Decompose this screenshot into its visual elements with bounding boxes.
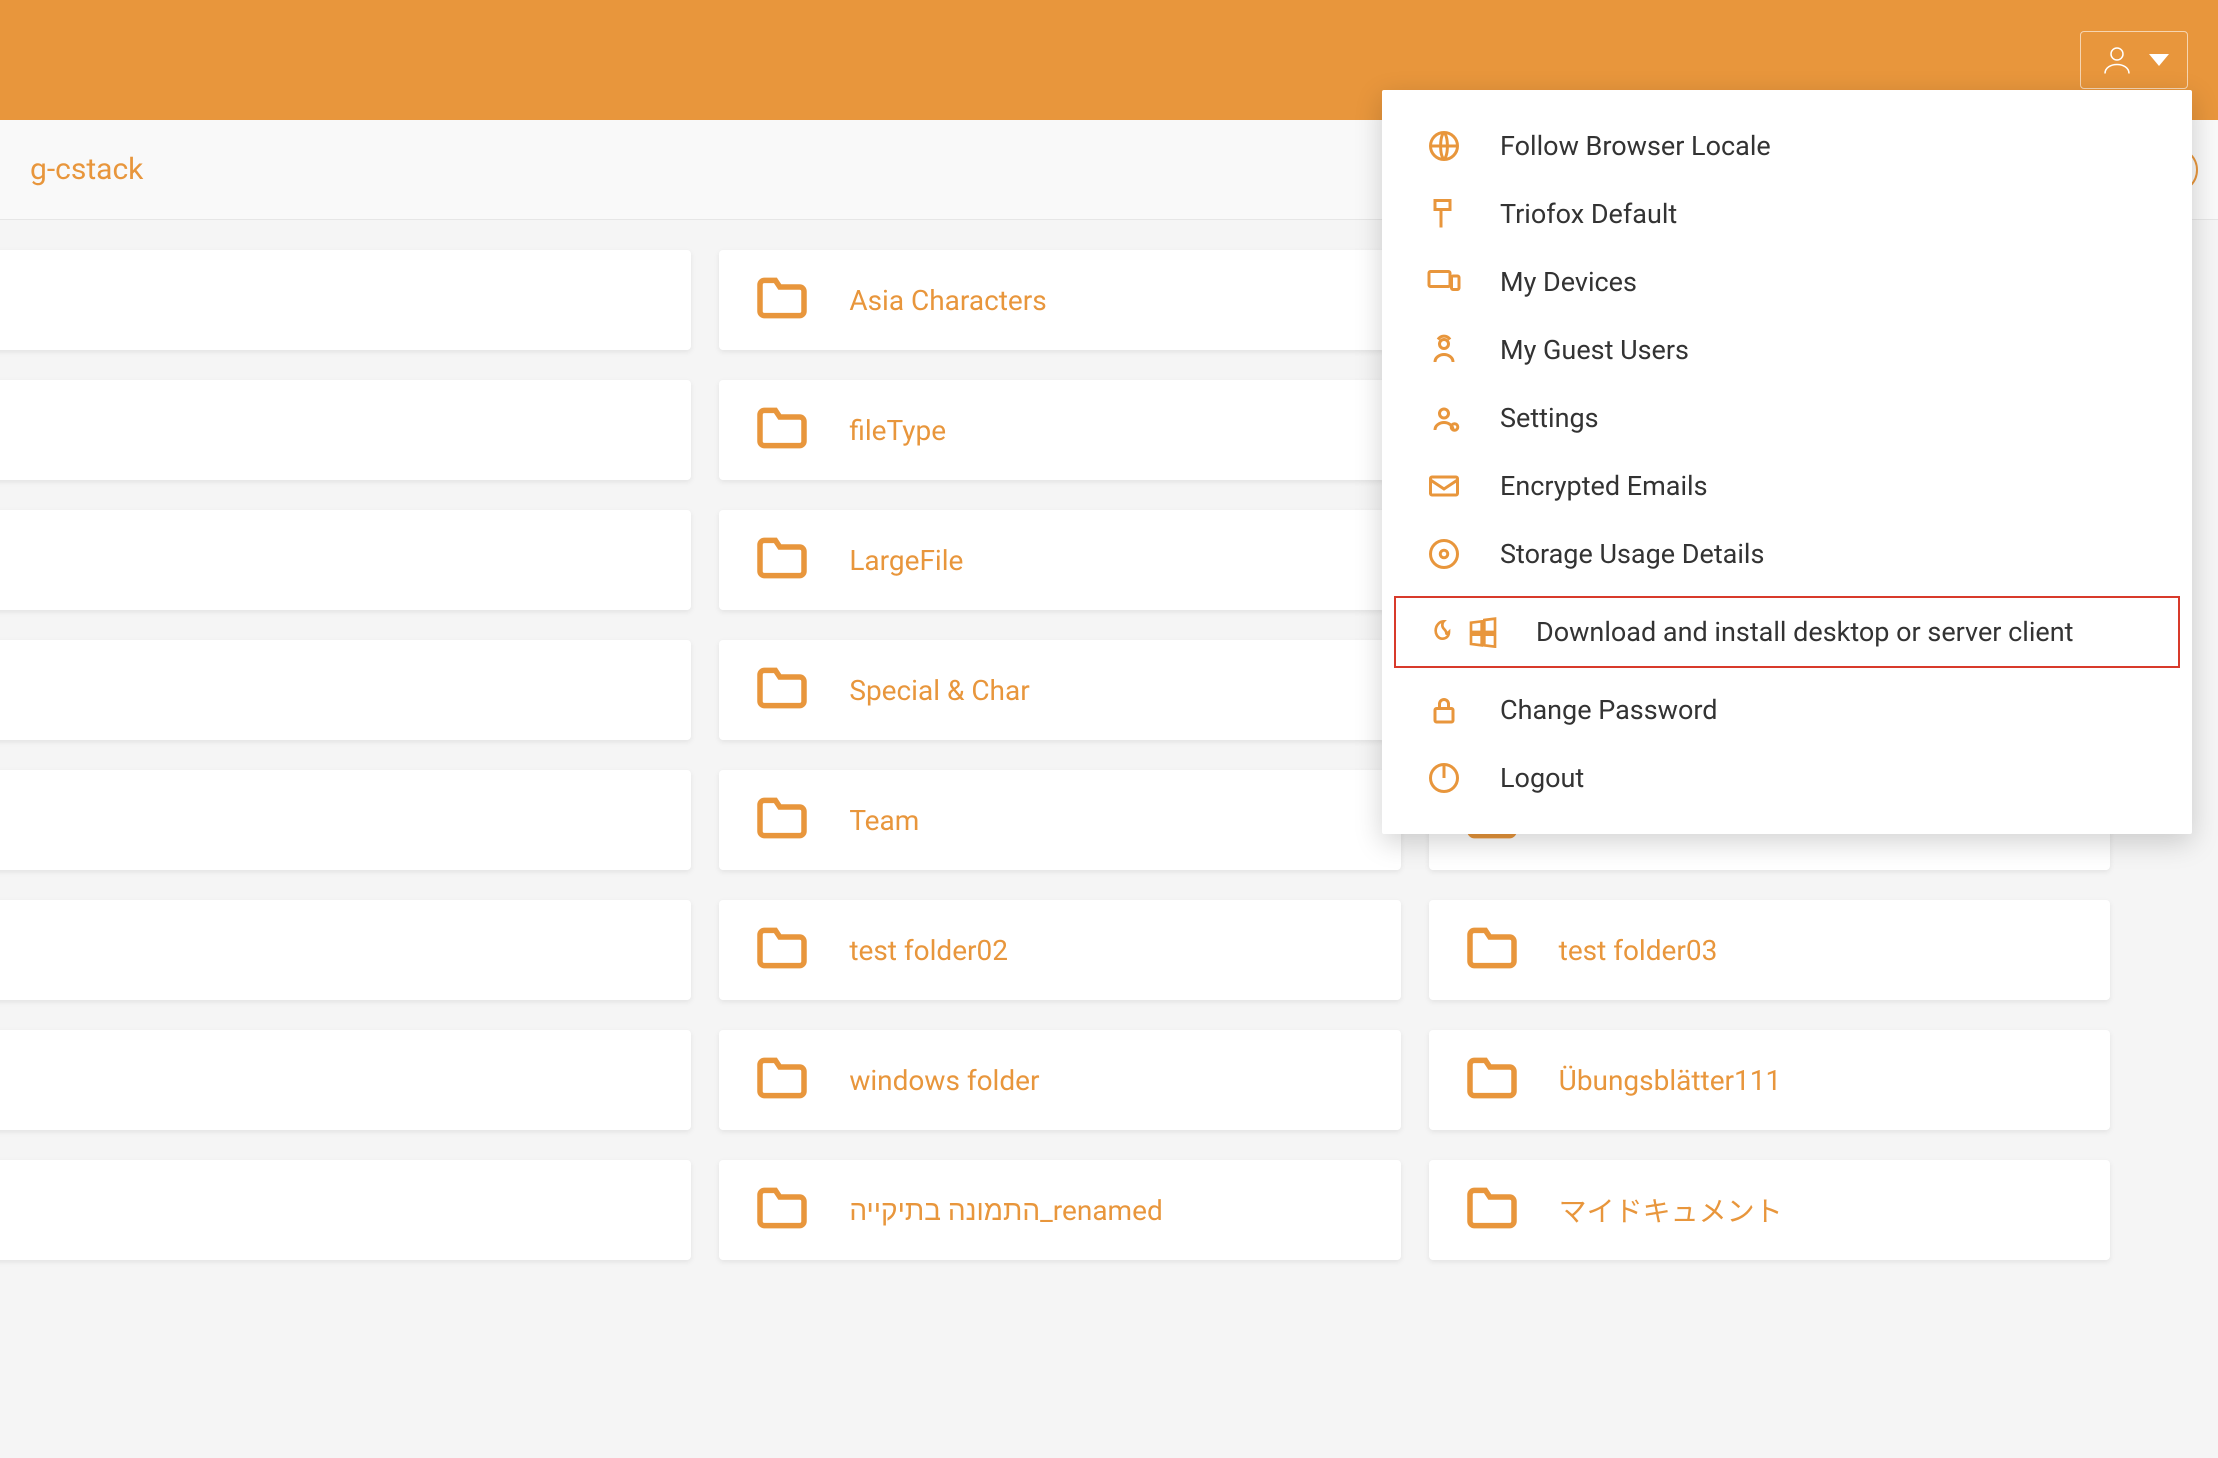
folder-card[interactable]: windows folder: [719, 1030, 1400, 1130]
menu-item-label: My Guest Users: [1500, 334, 1689, 366]
menu-item-label: Storage Usage Details: [1500, 538, 1764, 570]
power-icon: [1422, 760, 1466, 796]
menu-item-theme[interactable]: Triofox Default: [1382, 180, 2192, 248]
folder-icon: [755, 536, 809, 584]
devices-icon: [1422, 264, 1466, 300]
folder-card[interactable]: fileType: [719, 380, 1400, 480]
folder-label: マイドキュメント: [1559, 1190, 1783, 1230]
menu-item-disk[interactable]: Storage Usage Details: [1382, 520, 2192, 588]
user-menu-button[interactable]: [2080, 31, 2188, 89]
envelope-icon: [1422, 468, 1466, 504]
folder-icon: [755, 666, 809, 714]
menu-item-settings[interactable]: Settings: [1382, 384, 2192, 452]
folder-icon: [1465, 1186, 1519, 1234]
folder-label: התמונה בתיקייה_renamed: [849, 1194, 1162, 1227]
folder-card[interactable]: [0, 250, 691, 350]
folder-card[interactable]: test folder03: [1429, 900, 2110, 1000]
folder-card[interactable]: [0, 1030, 691, 1130]
user-icon: [2099, 42, 2135, 78]
caret-down-icon: [2149, 54, 2169, 66]
folder-label: test folder02: [849, 934, 1008, 967]
folder-card[interactable]: [0, 510, 691, 610]
folder-card[interactable]: [0, 380, 691, 480]
settings-icon: [1422, 400, 1466, 436]
breadcrumb[interactable]: g-cstack: [30, 152, 143, 187]
menu-item-guest[interactable]: My Guest Users: [1382, 316, 2192, 384]
folder-icon: [755, 926, 809, 974]
folder-card[interactable]: Special & Char: [719, 640, 1400, 740]
folder-icon: [755, 796, 809, 844]
globe-icon: [1422, 128, 1466, 164]
folder-label: Übungsblätter111: [1559, 1064, 1782, 1097]
folder-icon: [755, 1056, 809, 1104]
folder-icon: [1465, 1056, 1519, 1104]
folder-label: fileType: [849, 414, 946, 447]
folder-card[interactable]: Team: [719, 770, 1400, 870]
folder-icon: [755, 276, 809, 324]
disk-icon: [1422, 536, 1466, 572]
user-dropdown-menu: Follow Browser Locale Triofox Default My D…: [1382, 90, 2192, 834]
folder-label: windows folder: [849, 1064, 1039, 1097]
folder-card[interactable]: test folder02: [719, 900, 1400, 1000]
menu-item-label: My Devices: [1500, 266, 1637, 298]
folder-label: Asia Characters: [849, 284, 1046, 317]
menu-item-label: Logout: [1500, 762, 1584, 794]
download-client-icon: [1422, 614, 1502, 650]
folder-label: Team: [849, 804, 919, 837]
folder-card[interactable]: התמונה בתיקייה_renamed: [719, 1160, 1400, 1260]
folder-label: test folder03: [1559, 934, 1718, 967]
lock-icon: [1422, 692, 1466, 728]
folder-card[interactable]: [0, 1160, 691, 1260]
folder-card[interactable]: Asia Characters: [719, 250, 1400, 350]
guest-icon: [1422, 332, 1466, 368]
menu-item-label: Download and install desktop or server c…: [1536, 616, 2073, 648]
menu-item-globe[interactable]: Follow Browser Locale: [1382, 112, 2192, 180]
folder-card[interactable]: マイドキュメント: [1429, 1160, 2110, 1260]
folder-card[interactable]: [0, 900, 691, 1000]
menu-item-envelope[interactable]: Encrypted Emails: [1382, 452, 2192, 520]
menu-item-label: Change Password: [1500, 694, 1717, 726]
menu-item-label: Encrypted Emails: [1500, 470, 1708, 502]
folder-card[interactable]: LargeFile: [719, 510, 1400, 610]
theme-icon: [1422, 196, 1466, 232]
folder-card[interactable]: [0, 770, 691, 870]
folder-card[interactable]: [0, 640, 691, 740]
menu-item-devices[interactable]: My Devices: [1382, 248, 2192, 316]
folder-icon: [1465, 926, 1519, 974]
folder-icon: [755, 1186, 809, 1234]
menu-item-label: Settings: [1500, 402, 1599, 434]
menu-item-label: Follow Browser Locale: [1500, 130, 1771, 162]
menu-item-power[interactable]: Logout: [1382, 744, 2192, 812]
menu-item-lock[interactable]: Change Password: [1382, 676, 2192, 744]
folder-card[interactable]: Übungsblätter111: [1429, 1030, 2110, 1130]
folder-icon: [755, 406, 809, 454]
folder-label: LargeFile: [849, 544, 963, 577]
menu-item-download-client[interactable]: Download and install desktop or server c…: [1390, 592, 2184, 672]
folder-label: Special & Char: [849, 674, 1029, 707]
menu-item-label: Triofox Default: [1500, 198, 1677, 230]
